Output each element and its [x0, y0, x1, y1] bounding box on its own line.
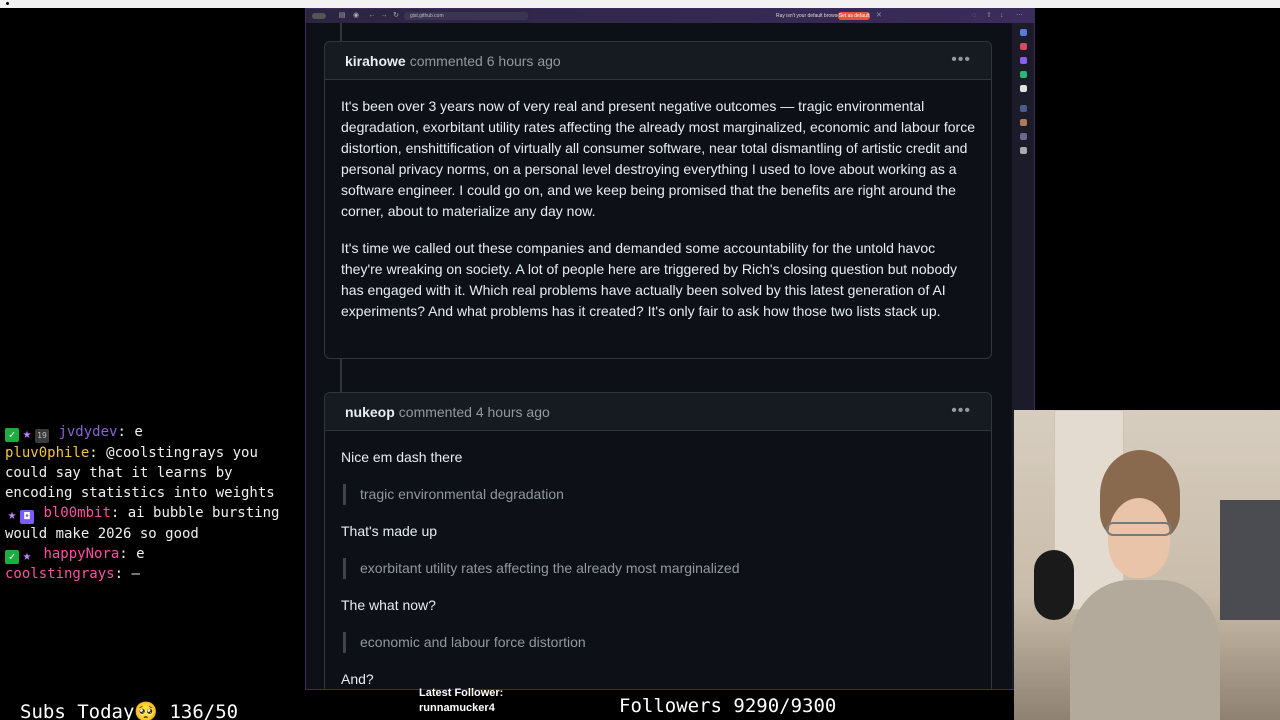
moderator-badge-icon: ✓: [5, 550, 19, 564]
comment-author[interactable]: nukeop: [345, 404, 395, 420]
blockquote: economic and labour force distortion: [343, 632, 975, 653]
sidebar-app-icon[interactable]: [1020, 147, 1027, 154]
star-badge-icon: ★: [7, 507, 17, 523]
moderator-badge-icon: ✓: [5, 428, 19, 442]
comment-paragraph: It's time we called out these companies …: [341, 240, 958, 319]
comment-paragraph: That's made up: [341, 523, 438, 539]
chat-username[interactable]: bl00mbit: [43, 505, 110, 521]
browser-toolbar: ▤ ◉ ← → ↻ gist.github.com Ray isn't your…: [306, 9, 1034, 23]
blockquote: exorbitant utility rates affecting the a…: [343, 558, 975, 579]
chat-username[interactable]: jvdydev: [58, 424, 117, 440]
chat-message: ✓ ★ happyNora: e: [5, 544, 300, 564]
latest-follower-name: runnamucker4: [419, 702, 495, 714]
sidebar-app-icon[interactable]: [1020, 85, 1027, 92]
chat-username[interactable]: pluv0phile: [5, 445, 89, 461]
chat-message: ★ ◘ bl00mbit: ai bubble bursting would ma…: [5, 505, 280, 542]
comment-paragraph: It's been over 3 years now of very real …: [341, 98, 975, 219]
star-badge-icon: ★: [22, 548, 32, 564]
subs-today-counter: Subs Today🥺 136/50: [20, 701, 239, 720]
chat-username[interactable]: happyNora: [43, 546, 119, 562]
sidebar-app-icon[interactable]: [1020, 71, 1027, 78]
latest-follower: Latest Follower: runnamucker4: [419, 686, 503, 716]
kebab-menu-icon[interactable]: •••: [951, 52, 971, 68]
webcam-person-glasses: [1106, 522, 1172, 536]
github-page: kirahowe commented 6 hours ago ••• It's …: [306, 23, 1012, 689]
comment-header: nukeop commented 4 hours ago: [325, 393, 991, 431]
comment-author[interactable]: kirahowe: [345, 53, 406, 69]
comment-timestamp[interactable]: commented 6 hours ago: [410, 53, 561, 69]
download-icon[interactable]: ↓: [1000, 12, 1004, 20]
close-prompt-icon[interactable]: ✕: [876, 12, 882, 20]
sidebar-app-icon[interactable]: [1020, 133, 1027, 140]
star-badge-icon: ★: [22, 426, 32, 442]
sidebar-app-icon[interactable]: [1020, 57, 1027, 64]
stream-chat: ✓ ★ 19 jvdydev: e pluv0phile: @coolstingra…: [5, 422, 300, 584]
comment-header: kirahowe commented 6 hours ago: [325, 42, 991, 80]
comment-paragraph: The what now?: [341, 597, 436, 613]
cursor-dot: [6, 2, 9, 5]
webcam-background-shelf: [1220, 500, 1280, 620]
chat-text: —: [131, 566, 140, 582]
chat-text: e: [134, 424, 143, 440]
menu-icon[interactable]: ⋯: [1016, 12, 1023, 20]
chat-message: coolstingrays: —: [5, 566, 140, 582]
extensions-icon[interactable]: ◌: [972, 12, 976, 20]
browser-window: ▤ ◉ ← → ↻ gist.github.com Ray isn't your…: [305, 8, 1035, 690]
tab-icon[interactable]: ◉: [352, 12, 360, 20]
kebab-menu-icon[interactable]: •••: [951, 403, 971, 419]
camera-badge-icon: ◘: [20, 510, 34, 524]
webcam-person-body: [1070, 580, 1220, 720]
share-icon[interactable]: ⇧: [986, 12, 992, 20]
set-default-button[interactable]: Set as default: [838, 12, 870, 20]
sidebar-app-icon[interactable]: [1020, 119, 1027, 126]
default-browser-prompt: Ray isn't your default browser: [776, 13, 842, 19]
back-icon[interactable]: ←: [368, 12, 376, 20]
microphone-icon: [1034, 550, 1074, 620]
blockquote: tragic environmental degradation: [343, 484, 975, 505]
chat-message: ✓ ★ 19 jvdydev: e: [5, 422, 300, 443]
comment-card: nukeop commented 4 hours ago ••• Nice em…: [324, 392, 992, 689]
comment-body: It's been over 3 years now of very real …: [325, 80, 991, 322]
sidebar-app-icon[interactable]: [1020, 29, 1027, 36]
timeline-line: [340, 359, 342, 392]
reload-icon[interactable]: ↻: [392, 12, 400, 20]
forward-icon[interactable]: →: [380, 12, 388, 20]
chat-text: e: [136, 546, 145, 562]
chat-username[interactable]: coolstingrays: [5, 566, 115, 582]
sidebar-toggle-icon[interactable]: ▤: [338, 12, 346, 20]
chat-message: pluv0phile: @coolstingrays you could say…: [5, 445, 275, 501]
latest-follower-label: Latest Follower:: [419, 687, 504, 699]
sidebar-app-icon[interactable]: [1020, 105, 1027, 112]
address-bar[interactable]: gist.github.com: [404, 12, 528, 20]
window-controls[interactable]: [312, 13, 326, 19]
comment-card: kirahowe commented 6 hours ago ••• It's …: [324, 41, 992, 359]
followers-counter: Followers 9290/9300: [619, 695, 837, 717]
webcam-feed: [1014, 410, 1280, 720]
subscriber-badge-icon: 19: [35, 429, 49, 443]
timeline-line: [340, 23, 342, 41]
sidebar-app-icon[interactable]: [1020, 43, 1027, 50]
webcam-person-head: [1108, 498, 1170, 578]
comment-paragraph: Nice em dash there: [341, 449, 463, 465]
comment-body: Nice em dash there tragic environmental …: [325, 431, 991, 689]
top-strip: [0, 0, 1280, 8]
comment-timestamp[interactable]: commented 4 hours ago: [399, 404, 550, 420]
